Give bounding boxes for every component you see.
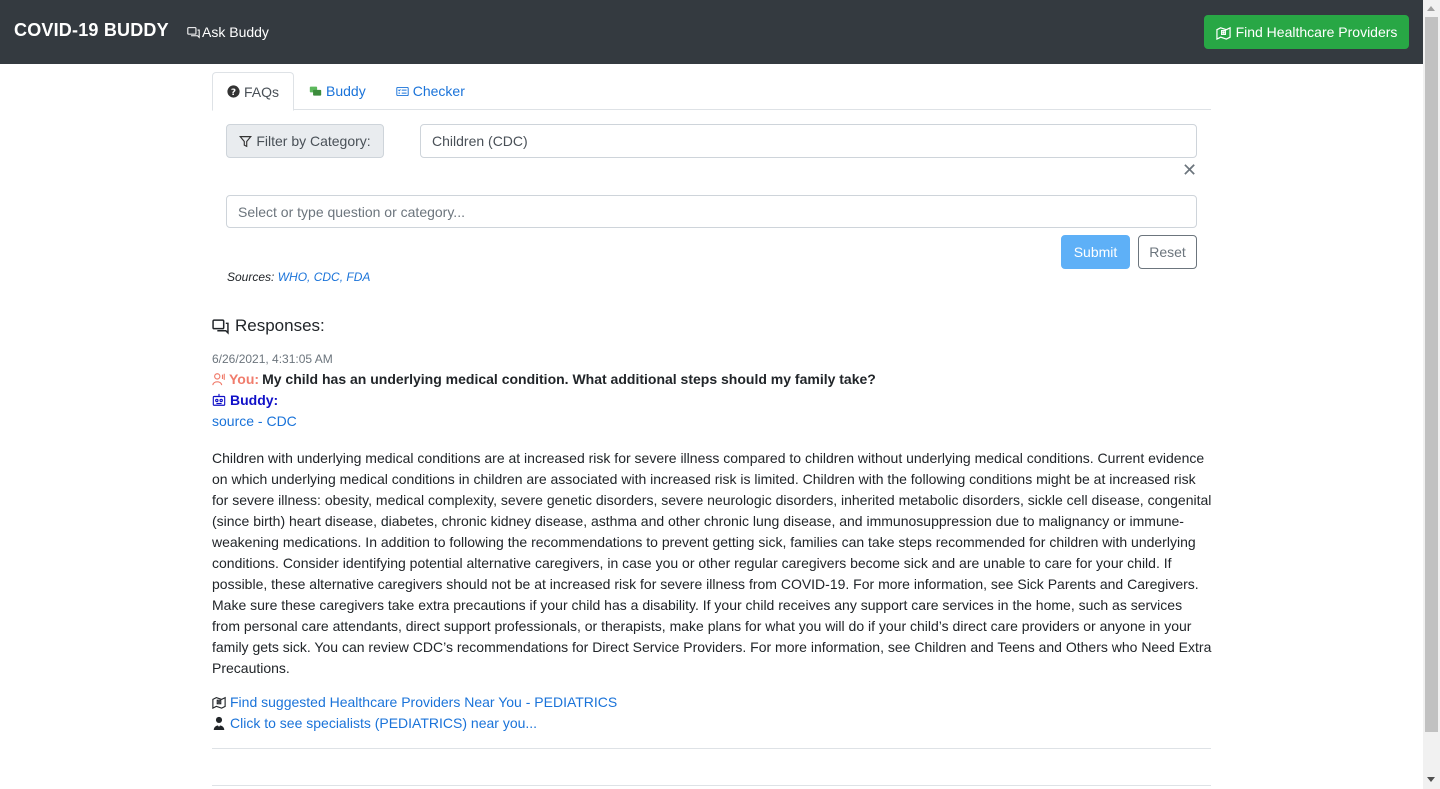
answer-source-link[interactable]: source - CDC (212, 413, 297, 429)
vertical-scrollbar[interactable] (1423, 0, 1440, 789)
user-speaking-icon (212, 373, 225, 386)
divider (212, 785, 1211, 786)
sources-label: Sources: (227, 270, 278, 284)
chat-icon (187, 26, 200, 39)
specialists-link-text: Click to see specialists (PEDIATRICS) ne… (230, 715, 538, 731)
buddy-label-line: Buddy: (212, 392, 278, 408)
specialists-link[interactable]: Click to see specialists (PEDIATRICS) ne… (212, 715, 537, 731)
response-timestamp: 6/26/2021, 4:31:05 AM (212, 352, 333, 366)
doctor-icon (213, 716, 225, 730)
mode-tabs: ? FAQs Buddy Checker (212, 72, 1211, 111)
scroll-up-arrow-icon[interactable] (1427, 6, 1435, 11)
tab-buddy-label: Buddy (326, 83, 366, 99)
svg-text:?: ? (231, 88, 236, 98)
chat-bubbles-icon (309, 86, 322, 96)
brand-title[interactable]: COVID-19 BUDDY (14, 20, 169, 41)
scroll-thumb[interactable] (1425, 17, 1438, 732)
sources-line: Sources: WHO, CDC, FDA (227, 270, 370, 284)
ask-buddy-link[interactable]: Ask Buddy (187, 24, 269, 40)
buddy-label: Buddy: (230, 392, 279, 408)
hospital-map-icon (212, 696, 226, 709)
robot-icon (212, 393, 226, 406)
find-providers-link[interactable]: Find suggested Healthcare Providers Near… (212, 694, 617, 710)
responses-title: Responses: (235, 316, 325, 335)
find-providers-link-text: Find suggested Healthcare Providers Near… (230, 694, 618, 710)
you-label: You: (229, 371, 260, 387)
submit-button[interactable]: Submit (1061, 235, 1130, 269)
responses-heading: Responses: (212, 316, 325, 336)
filter-label-text: Filter by Category: (256, 133, 371, 149)
clear-category-icon[interactable]: ✕ (1182, 161, 1197, 179)
tab-faqs-label: FAQs (244, 83, 280, 100)
question-input[interactable]: Select or type question or category... (226, 195, 1197, 228)
find-healthcare-providers-label: Find Healthcare Providers (1235, 24, 1398, 40)
tab-buddy[interactable]: Buddy (294, 72, 381, 110)
ask-buddy-label: Ask Buddy (202, 24, 269, 40)
top-navbar: COVID-19 BUDDY Ask Buddy Find Healthcare… (0, 0, 1423, 64)
sources-links[interactable]: WHO, CDC, FDA (278, 270, 371, 284)
user-question-text: My child has an underlying medical condi… (262, 371, 876, 387)
category-select[interactable]: Children (CDC) (420, 124, 1197, 158)
funnel-icon (239, 135, 253, 147)
scroll-down-arrow-icon[interactable] (1427, 777, 1435, 782)
tab-checker[interactable]: Checker (381, 72, 480, 110)
chat-icon (212, 318, 229, 335)
question-circle-icon: ? (227, 85, 240, 98)
filter-by-category-label: Filter by Category: (226, 124, 384, 158)
find-healthcare-providers-button[interactable]: Find Healthcare Providers (1204, 15, 1409, 49)
user-question-line: You: My child has an underlying medical … (212, 371, 876, 387)
tab-checker-label: Checker (412, 83, 465, 99)
divider (212, 748, 1211, 749)
checklist-card-icon (396, 86, 409, 96)
reset-button[interactable]: Reset (1138, 235, 1197, 269)
tab-faqs[interactable]: ? FAQs (212, 72, 295, 111)
hospital-map-icon (1215, 26, 1231, 40)
answer-text: Children with underlying medical conditi… (212, 450, 1212, 676)
